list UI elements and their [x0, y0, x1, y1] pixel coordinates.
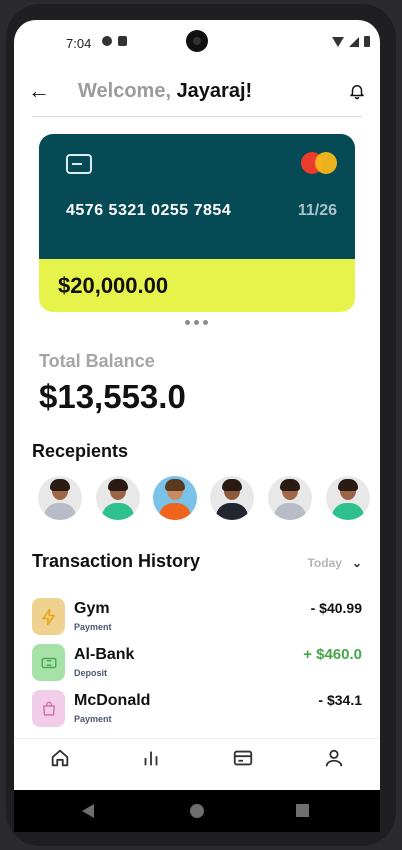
profile-icon[interactable] [323, 747, 345, 769]
avatar[interactable] [326, 476, 370, 520]
transaction-amount: - $40.99 [310, 600, 362, 616]
system-back-icon[interactable] [82, 804, 94, 818]
transaction-name: McDonald [74, 692, 151, 709]
avatar[interactable] [153, 476, 197, 520]
transaction-item[interactable]: McDonald Payment - $34.1 [32, 690, 362, 730]
transaction-amount: - $34.1 [318, 692, 362, 708]
transaction-type: Deposit [74, 668, 108, 678]
sd-card-icon [118, 36, 127, 46]
system-home-icon[interactable] [190, 804, 204, 818]
avatar[interactable] [96, 476, 140, 520]
bag-icon [32, 690, 65, 727]
transaction-type: Payment [74, 622, 112, 632]
bell-icon[interactable] [348, 82, 366, 100]
card-amount: $20,000.00 [58, 273, 169, 298]
app-bar: ← Welcome, Jayaraj! [14, 68, 380, 114]
total-balance-value: $13,553.0 [39, 378, 186, 415]
avatar[interactable] [268, 476, 312, 520]
signal-icon [349, 36, 359, 47]
recipients-title: Recepients [32, 441, 129, 461]
card-expiry: 11/26 [297, 202, 337, 219]
status-bar: 7:04 [14, 20, 380, 64]
ticket-icon [32, 644, 65, 681]
sync-icon [102, 36, 112, 46]
credit-card[interactable]: 4576 5321 0255 7854 11/26 $20,000.00 [39, 134, 355, 312]
transaction-name: Al-Bank [74, 646, 135, 663]
welcome-title: Welcome, Jayaraj! [78, 80, 252, 103]
header-divider [32, 116, 362, 117]
user-name: Jayaraj! [176, 80, 253, 102]
system-recents-icon[interactable] [296, 804, 309, 817]
recipients-list [38, 476, 380, 524]
status-system-icons [332, 36, 370, 47]
battery-icon [364, 36, 370, 47]
phone-device: 7:04 ← Welcome, Jayaraj! 4576 5321 0255 … [0, 0, 402, 850]
card-top-section: 4576 5321 0255 7854 11/26 [39, 134, 355, 259]
mastercard-logo-icon [301, 152, 337, 174]
app-screen: 7:04 ← Welcome, Jayaraj! 4576 5321 0255 … [14, 20, 380, 832]
transaction-name: Gym [74, 600, 110, 617]
date-filter-dropdown[interactable]: Today ⌄ [307, 556, 362, 570]
avatar[interactable] [210, 476, 254, 520]
android-navigation-bar [14, 790, 380, 832]
bolt-icon [32, 598, 65, 635]
bottom-navigation [14, 738, 380, 789]
chevron-down-icon: ⌄ [351, 556, 362, 570]
avatar[interactable] [38, 476, 82, 520]
card-number: 4576 5321 0255 7854 [66, 202, 232, 219]
date-filter-label: Today [307, 556, 342, 570]
transaction-item[interactable]: Gym Payment - $40.99 [32, 598, 362, 638]
back-arrow-icon[interactable]: ← [28, 78, 50, 104]
card-chip-icon [66, 154, 92, 174]
transaction-history-title: Transaction History [32, 551, 201, 571]
front-camera [186, 30, 208, 52]
home-icon[interactable] [49, 747, 71, 769]
status-notification-icons [102, 36, 127, 46]
card-icon[interactable] [232, 747, 254, 769]
card-bottom-section: $20,000.00 [39, 259, 355, 312]
greeting-text: Welcome, [78, 80, 171, 102]
transaction-item[interactable]: Al-Bank Deposit + $460.0 [32, 644, 362, 684]
total-balance-label: Total Balance [39, 351, 155, 371]
chart-icon[interactable] [140, 747, 162, 769]
transaction-type: Payment [74, 714, 112, 724]
status-time: 7:04 [66, 36, 92, 51]
transaction-amount: + $460.0 [303, 646, 362, 663]
wifi-icon [332, 36, 344, 47]
card-pager-dots[interactable] [185, 320, 208, 325]
